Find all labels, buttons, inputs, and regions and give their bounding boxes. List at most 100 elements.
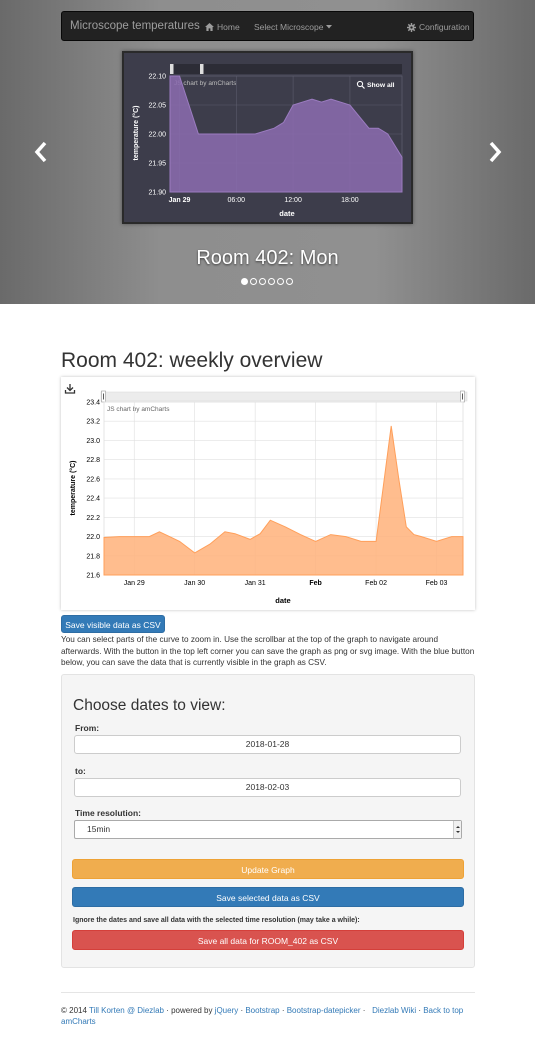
weekly-chart-ylabel: temperature (°C) [69,461,77,516]
save-all-csv-button[interactable]: Save all data for ROOM_402 as CSV [72,930,464,950]
ignore-dates-note: Ignore the dates and save all data with … [73,917,360,924]
navbar: Microscope temperatures Home Select Micr… [61,11,474,41]
chart-scrollbar-handle-left[interactable] [170,64,174,74]
carousel-chart-svg: JS chart by amCharts Show all 22.10 22.05… [132,64,403,218]
carousel-chart-area [169,75,403,193]
carousel-chart-ylabel: temperature (°C) [132,106,140,161]
to-label: to: [75,766,86,776]
carousel-indicators [241,278,293,285]
x-tick-label: 06:00 [228,197,246,204]
y-tick-label: 21.95 [148,161,166,168]
x-tick-label: 12:00 [284,197,302,204]
x-tick-label: Jan 31 [245,580,266,587]
carousel-indicator[interactable] [277,278,284,285]
weekly-chart[interactable]: JS chart by amCharts 23.4 23.2 23.0 22.8 22.… [61,377,475,610]
x-tick-label: Jan 30 [184,580,205,587]
from-label: From: [75,723,100,733]
footer-separator: · [360,1006,368,1015]
x-tick-label: Jan 29 [124,580,145,587]
carousel-prev-arrow-icon[interactable] [33,140,49,164]
chart-scrollbar-handle-right[interactable] [200,64,204,74]
weekly-chart-area [103,425,464,576]
footer-copyright: © 2014 [61,1006,87,1015]
carousel-daily-chart[interactable]: JS chart by amCharts Show all 22.10 22.05… [122,51,413,224]
y-tick-label: 22.2 [86,515,100,522]
chart-scrollbar[interactable] [170,64,402,74]
y-tick-label: 22.05 [148,103,166,110]
carousel-y-ticks: 22.10 22.05 22.00 21.95 21.90 [148,74,166,197]
save-visible-csv-button[interactable]: Save visible data as CSV [61,615,165,633]
footer-jquery-link[interactable]: jQuery [215,1006,239,1015]
carousel-chart-xlabel: date [279,209,294,218]
select-arrows-icon [453,821,461,838]
y-tick-label: 22.0 [86,534,100,541]
carousel-caption: Room 402: Mon [196,247,339,269]
chart-carousel: Microscope temperatures Home Select Micr… [0,0,535,304]
navbar-brand[interactable]: Microscope temperatures [70,20,200,32]
footer-author-link[interactable]: Till Korten @ Diezlab [89,1006,164,1015]
x-tick-label: Feb 03 [426,580,448,587]
footer-separator: · [279,1006,287,1015]
download-icon[interactable] [64,384,76,394]
nav-home-label: Home [217,22,240,32]
x-tick-label: Feb [309,580,321,587]
x-tick-label: Feb 02 [365,580,387,587]
footer-wiki-link[interactable]: Diezlab Wiki [372,1006,416,1015]
caret-down-icon [326,25,333,29]
y-tick-label: 22.4 [86,496,100,503]
magnifier-icon [356,80,365,89]
update-graph-button[interactable]: Update Graph [72,859,464,879]
y-tick-label: 23.2 [86,419,100,426]
date-selection-panel: Choose dates to view: From: 2018-01-28 t… [61,674,475,968]
carousel-indicator[interactable] [250,278,257,285]
carousel-indicator[interactable] [241,278,248,285]
page-title: Room 402: weekly overview [61,349,323,372]
time-resolution-value: 15min [87,824,111,834]
footer-powered-by: · powered by [163,1006,213,1015]
y-tick-label: 23.4 [86,400,100,407]
x-tick-label: Jan 29 [169,197,191,204]
y-tick-label: 22.00 [148,132,166,139]
y-tick-label: 21.8 [86,553,100,560]
nav-configuration-label: Configuration [419,22,470,32]
carousel-indicator[interactable] [268,278,275,285]
carousel-x-ticks: Jan 29 06:00 12:00 18:00 [169,197,359,204]
nav-home-link[interactable]: Home [205,22,240,32]
help-text: You can select parts of the curve to zoo… [61,635,475,667]
footer-amcharts-link[interactable]: amCharts [61,1017,96,1026]
y-tick-label: 21.90 [148,190,166,197]
y-tick-label: 21.6 [86,573,100,580]
y-tick-label: 22.8 [86,457,100,464]
time-resolution-select[interactable]: 15min [74,820,462,839]
nav-configuration-link[interactable]: Configuration [407,22,470,32]
chart-credit[interactable]: JS chart by amCharts [107,406,170,413]
footer-datepicker-link[interactable]: Bootstrap-datepicker [287,1006,361,1015]
chart-scrollbar[interactable] [100,391,468,402]
weekly-chart-xlabel: date [275,596,290,605]
to-date-input[interactable]: 2018-02-03 [74,778,461,797]
save-selected-csv-button[interactable]: Save selected data as CSV [72,887,464,907]
show-all-label: Show all [367,82,395,89]
carousel-indicator[interactable] [259,278,266,285]
chart-credit[interactable]: JS chart by amCharts [174,80,237,87]
y-tick-label: 22.6 [86,476,100,483]
home-icon [205,23,214,31]
footer-back-to-top-link[interactable]: Back to top [423,1006,463,1015]
footer-bootstrap-link[interactable]: Bootstrap [245,1006,279,1015]
panel-title: Choose dates to view: [73,697,226,714]
footer-divider [61,992,475,993]
weekly-y-ticks: 23.4 23.2 23.0 22.8 22.6 22.4 22.2 22.0 21.8 21.6 [86,400,100,580]
y-tick-label: 23.0 [86,438,100,445]
carousel-next-arrow-icon[interactable] [487,140,503,164]
weekly-x-ticks: Jan 29 Jan 30 Jan 31 Feb Feb 02 Feb 03 [124,580,448,587]
gear-icon [407,22,416,32]
nav-select-microscope-dropdown[interactable]: Select Microscope [254,22,333,32]
carousel-indicator[interactable] [286,278,293,285]
time-resolution-label: Time resolution: [75,808,141,818]
x-tick-label: 18:00 [341,197,359,204]
show-all-button[interactable]: Show all [356,80,395,89]
from-date-input[interactable]: 2018-01-28 [74,735,461,754]
nav-select-microscope-label: Select Microscope [254,22,324,32]
footer: © 2014 Till Korten @ Diezlab · powered b… [61,1005,477,1027]
y-tick-label: 22.10 [148,74,166,81]
